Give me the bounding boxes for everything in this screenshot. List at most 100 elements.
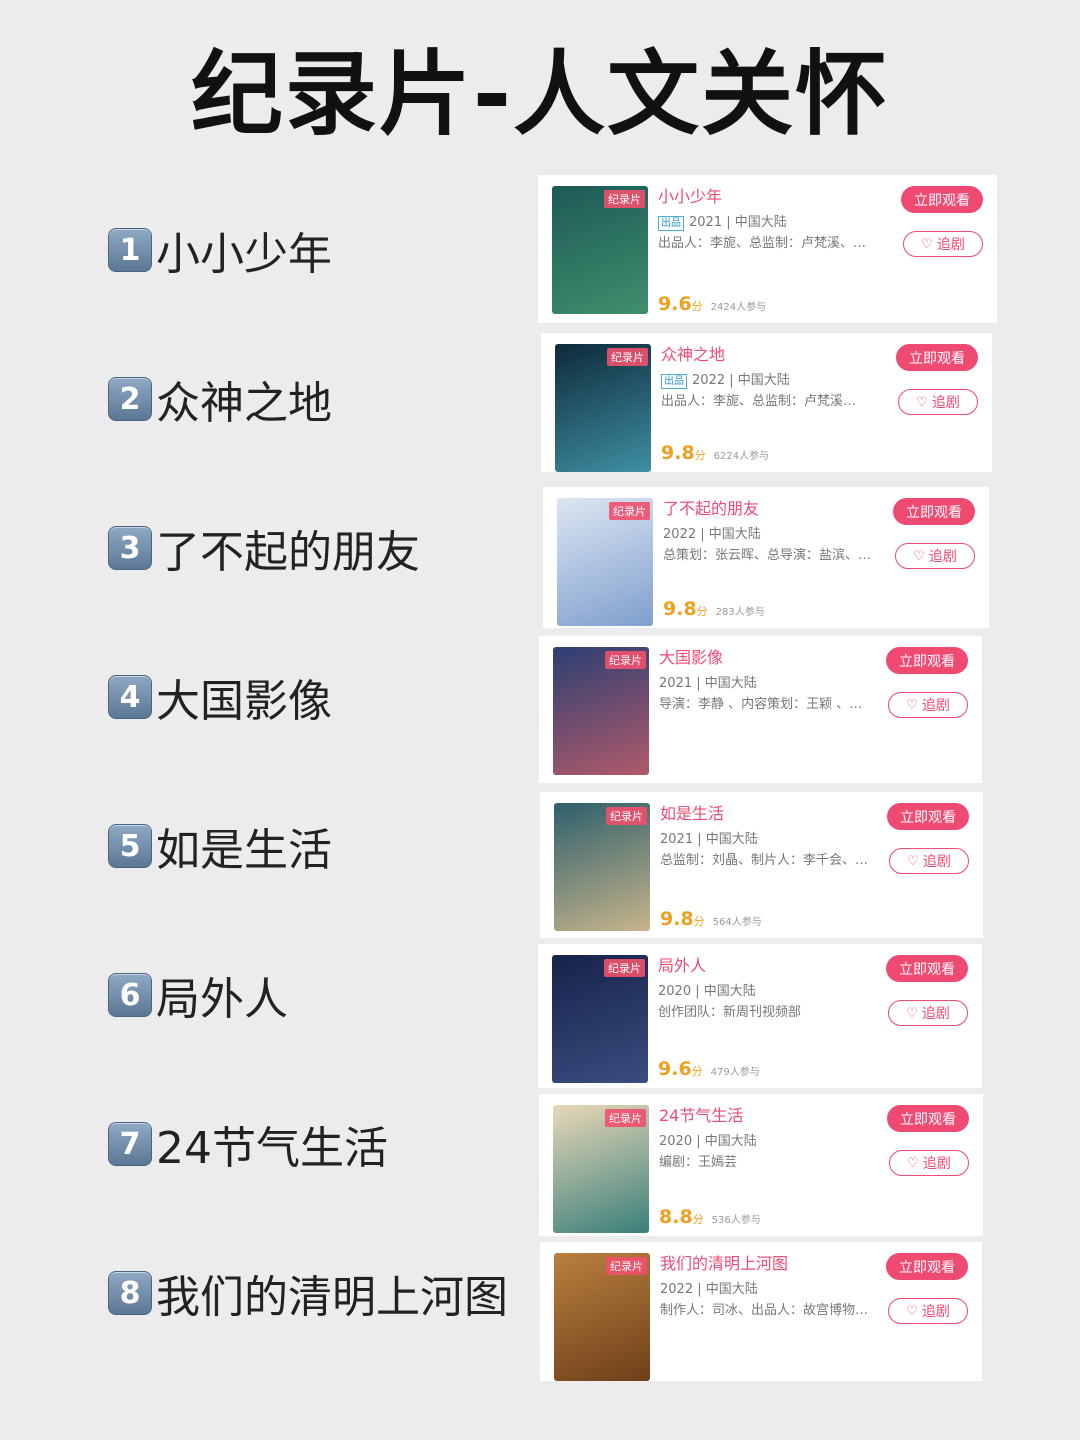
card-title[interactable]: 如是生活: [660, 802, 883, 826]
score: 9.6 分 2424人参与: [658, 293, 766, 315]
heart-icon: ♡: [907, 1155, 919, 1171]
follow-button[interactable]: ♡ 追剧: [889, 1150, 969, 1176]
source-badge: 出品: [661, 373, 687, 389]
card-title[interactable]: 24节气生活: [659, 1104, 883, 1128]
watch-now-button[interactable]: 立即观看: [896, 344, 978, 371]
documentary-card[interactable]: 纪录片 大国影像 2021 | 中国大陆 导演：李静 、内容策划：王颖 、… 立即观看 ♡…: [539, 636, 982, 783]
participant-count: 479人参与: [710, 1067, 760, 1078]
watch-now-button[interactable]: 立即观看: [901, 186, 983, 213]
score-value: 8.8: [659, 1206, 693, 1228]
participant-count: 6224人参与: [713, 451, 770, 462]
follow-button[interactable]: ♡ 追剧: [888, 1000, 968, 1026]
documentary-card[interactable]: 纪录片 局外人 2020 | 中国大陆创作团队：新周刊视频部 9.6 分 479人参与 立即…: [538, 944, 982, 1088]
follow-label: 追剧: [921, 1006, 950, 1022]
follow-button[interactable]: ♡ 追剧: [903, 231, 983, 257]
documentary-tag: 纪录片: [606, 1257, 647, 1275]
year-region: 2020 | 中国大陆: [659, 1134, 757, 1149]
poster-image[interactable]: 纪录片: [552, 955, 648, 1083]
card-title[interactable]: 了不起的朋友: [663, 497, 889, 521]
follow-button[interactable]: ♡ 追剧: [888, 692, 968, 718]
card-meta: 2022 | 中国大陆: [660, 1279, 882, 1301]
card-title[interactable]: 我们的清明上河图: [660, 1252, 882, 1276]
watch-now-button[interactable]: 立即观看: [887, 803, 969, 830]
poster-image[interactable]: 纪录片: [552, 186, 648, 314]
documentary-card[interactable]: 纪录片 小小少年 出品 2021 | 中国大陆 出品人：李旎、总监制：卢梵溪、… 9.6 分…: [538, 175, 997, 323]
card-crew: 出品人：李旎、总监制：卢梵溪、…: [658, 236, 867, 251]
documentary-card[interactable]: 纪录片 众神之地 出品 2022 | 中国大陆 出品人：李旎、总监制：卢梵溪… 9.8 分 6…: [541, 333, 992, 472]
list-item: 8 我们的清明上河图: [108, 1268, 508, 1323]
score: 9.8 分 283人参与: [663, 598, 765, 620]
year-region: 2022 | 中国大陆: [692, 373, 790, 388]
documentary-card[interactable]: 纪录片 24节气生活 2020 | 中国大陆 编剧：王嫣芸 8.8 分 536人参与 立即观看…: [539, 1094, 983, 1236]
documentary-card[interactable]: 纪录片 我们的清明上河图 2022 | 中国大陆 制作人：司冰、出品人：故宫博物… 立即…: [540, 1242, 982, 1381]
poster-image[interactable]: 纪录片: [553, 647, 649, 775]
score-unit: 分: [691, 300, 703, 313]
heart-icon: ♡: [921, 236, 933, 252]
card-title[interactable]: 大国影像: [659, 646, 882, 670]
list-item-title: 众神之地: [156, 378, 332, 429]
watch-now-button[interactable]: 立即观看: [893, 498, 975, 525]
documentary-tag: 纪录片: [605, 1109, 646, 1127]
source-badge: 出品: [658, 215, 684, 231]
score-unit: 分: [694, 449, 706, 462]
documentary-card[interactable]: 纪录片 如是生活 2021 | 中国大陆 总监制：刘晶、制片人：李千会、… 9.8 分 56…: [540, 792, 983, 938]
follow-label: 追剧: [921, 1304, 950, 1320]
participant-count: 564人参与: [712, 917, 762, 928]
follow-button[interactable]: ♡ 追剧: [895, 543, 975, 569]
watch-now-button[interactable]: 立即观看: [886, 1253, 968, 1280]
number-badge-icon: 2: [108, 377, 152, 421]
page-title: 纪录片-人文关怀: [190, 41, 890, 148]
heart-icon: ♡: [913, 548, 925, 564]
card-meta: 2021 | 中国大陆: [660, 829, 883, 851]
poster-image[interactable]: 纪录片: [554, 1253, 650, 1381]
poster-image[interactable]: 纪录片: [555, 344, 651, 472]
card-crew: 总策划：张云晖、总导演：盐滨、…: [663, 548, 872, 563]
card-meta: 2020 | 中国大陆: [658, 981, 882, 1003]
card-crew: 创作团队：新周刊视频部: [658, 1005, 802, 1020]
number-badge-icon: 3: [108, 526, 152, 570]
list-item: 2 众神之地: [108, 374, 332, 429]
watch-now-button[interactable]: 立即观看: [887, 1105, 969, 1132]
follow-label: 追剧: [922, 1156, 951, 1172]
documentary-tag: 纪录片: [604, 190, 645, 208]
card-meta: 2021 | 中国大陆: [659, 673, 882, 695]
card-crew: 编剧：王嫣芸: [659, 1155, 738, 1170]
number-badge-icon: 6: [108, 973, 152, 1017]
documentary-card[interactable]: 纪录片 了不起的朋友 2022 | 中国大陆总策划：张云晖、总导演：盐滨、… 9.8 分…: [543, 487, 989, 628]
list-item-title: 小小少年: [156, 229, 332, 280]
list-item-title: 如是生活: [156, 825, 332, 876]
year-region: 2021 | 中国大陆: [659, 676, 757, 691]
card-title[interactable]: 小小少年: [658, 185, 897, 209]
list-item: 1 小小少年: [108, 225, 332, 280]
card-crew: 出品人：李旎、总监制：卢梵溪…: [661, 394, 857, 409]
watch-now-button[interactable]: 立即观看: [886, 647, 968, 674]
poster-image[interactable]: 纪录片: [554, 803, 650, 931]
card-title[interactable]: 众神之地: [661, 343, 892, 367]
poster-image[interactable]: 纪录片: [557, 498, 653, 626]
heart-icon: ♡: [907, 853, 919, 869]
follow-button[interactable]: ♡ 追剧: [888, 1298, 968, 1324]
follow-button[interactable]: ♡ 追剧: [898, 389, 978, 415]
year-region: 2022 | 中国大陆: [663, 527, 761, 542]
year-region: 2020 | 中国大陆: [658, 984, 756, 999]
participant-count: 536人参与: [711, 1215, 761, 1226]
list-item: 4 大国影像: [108, 672, 332, 727]
score: 9.6 分 479人参与: [658, 1058, 760, 1080]
number-badge-icon: 5: [108, 824, 152, 868]
list-item: 3 了不起的朋友: [108, 523, 420, 578]
score-value: 9.6: [658, 1058, 692, 1080]
card-meta: 2022 | 中国大陆: [663, 524, 889, 546]
score-unit: 分: [692, 1213, 704, 1226]
card-meta: 出品 2022 | 中国大陆: [661, 370, 892, 392]
card-title[interactable]: 局外人: [658, 954, 882, 978]
number-badge-icon: 1: [108, 228, 152, 272]
watch-now-button[interactable]: 立即观看: [886, 955, 968, 982]
follow-label: 追剧: [922, 854, 951, 870]
score-value: 9.8: [663, 598, 697, 620]
score-value: 9.6: [658, 293, 692, 315]
follow-button[interactable]: ♡ 追剧: [889, 848, 969, 874]
poster-image[interactable]: 纪录片: [553, 1105, 649, 1233]
card-crew: 总监制：刘晶、制片人：李千会、…: [660, 853, 869, 868]
score-unit: 分: [693, 915, 705, 928]
score: 9.8 分 564人参与: [660, 908, 762, 930]
